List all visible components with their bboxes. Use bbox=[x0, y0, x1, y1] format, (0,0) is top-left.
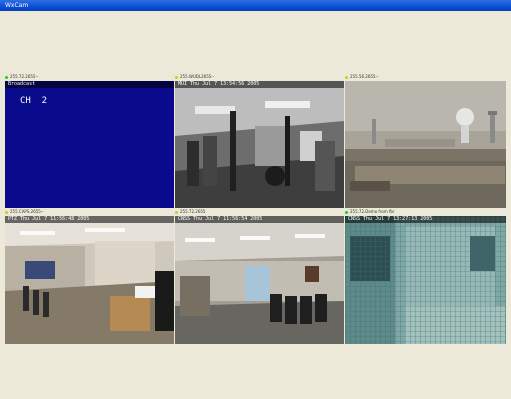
camera-view-3[interactable] bbox=[345, 81, 506, 208]
camera-1-osd: Broadcast bbox=[5, 81, 174, 88]
status-led-icon bbox=[345, 210, 348, 214]
camera-header-6: 255.72.Demo from fbr bbox=[345, 209, 395, 215]
camera-header-2: 255.WUDL2655-- bbox=[175, 74, 214, 80]
window-title: WxCam bbox=[5, 2, 29, 9]
bottom-blank-area bbox=[5, 344, 506, 394]
camera-2-image bbox=[175, 81, 344, 208]
channel-label: CH 2 bbox=[20, 96, 48, 106]
camera-3-image bbox=[345, 81, 506, 208]
camera-view-4[interactable]: PTZ Thu Jul 7 11:56:48 2005 bbox=[5, 216, 174, 344]
status-led-icon bbox=[5, 210, 8, 214]
camera-4-header-label: 255.CAPS.2655-- bbox=[10, 209, 44, 214]
camera-header-1: 255.72.2655-- bbox=[5, 74, 38, 80]
status-led-icon bbox=[175, 210, 178, 214]
camera-view-5[interactable]: CNSS Thu Jul 7 11:56:54 2005 bbox=[175, 216, 344, 344]
camera-4-image bbox=[5, 216, 174, 344]
camera-6-header-label: 255.72.Demo from fbr bbox=[350, 209, 395, 214]
camera-3-osd bbox=[345, 81, 506, 88]
camera-view-6[interactable]: CNSS Thu Jul 7 13:27:13 2005 bbox=[345, 216, 506, 344]
camera-2-osd: MUI Thu Jul 7 13:54:56 2005 bbox=[175, 81, 344, 88]
camera-5-header-label: 255.72.2655 bbox=[180, 209, 206, 214]
camera-header-5: 255.72.2655 bbox=[175, 209, 205, 215]
camera-header-3: 255.56.2655-- bbox=[345, 74, 378, 80]
camera-3-header-label: 255.56.2655-- bbox=[350, 74, 379, 79]
status-led-icon bbox=[5, 75, 8, 79]
status-led-icon bbox=[175, 75, 178, 79]
camera-6-image bbox=[345, 216, 506, 344]
camera-header-4: 255.CAPS.2655-- bbox=[5, 209, 44, 215]
camera-view-2[interactable]: MUI Thu Jul 7 13:54:56 2005 bbox=[175, 81, 344, 208]
camera-1-header-label: 255.72.2655-- bbox=[10, 74, 39, 79]
title-bar[interactable]: WxCam bbox=[0, 0, 511, 11]
camera-4-osd: PTZ Thu Jul 7 11:56:48 2005 bbox=[5, 216, 174, 223]
camera-2-header-label: 255.WUDL2655-- bbox=[180, 74, 215, 79]
camera-view-1[interactable]: Broadcast CH 2 bbox=[5, 81, 174, 208]
camera-6-osd: CNSS Thu Jul 7 13:27:13 2005 bbox=[345, 216, 506, 223]
top-blank-area bbox=[5, 11, 506, 74]
status-led-icon bbox=[345, 75, 348, 79]
camera-5-osd: CNSS Thu Jul 7 11:56:54 2005 bbox=[175, 216, 344, 223]
camera-5-image bbox=[175, 216, 344, 344]
